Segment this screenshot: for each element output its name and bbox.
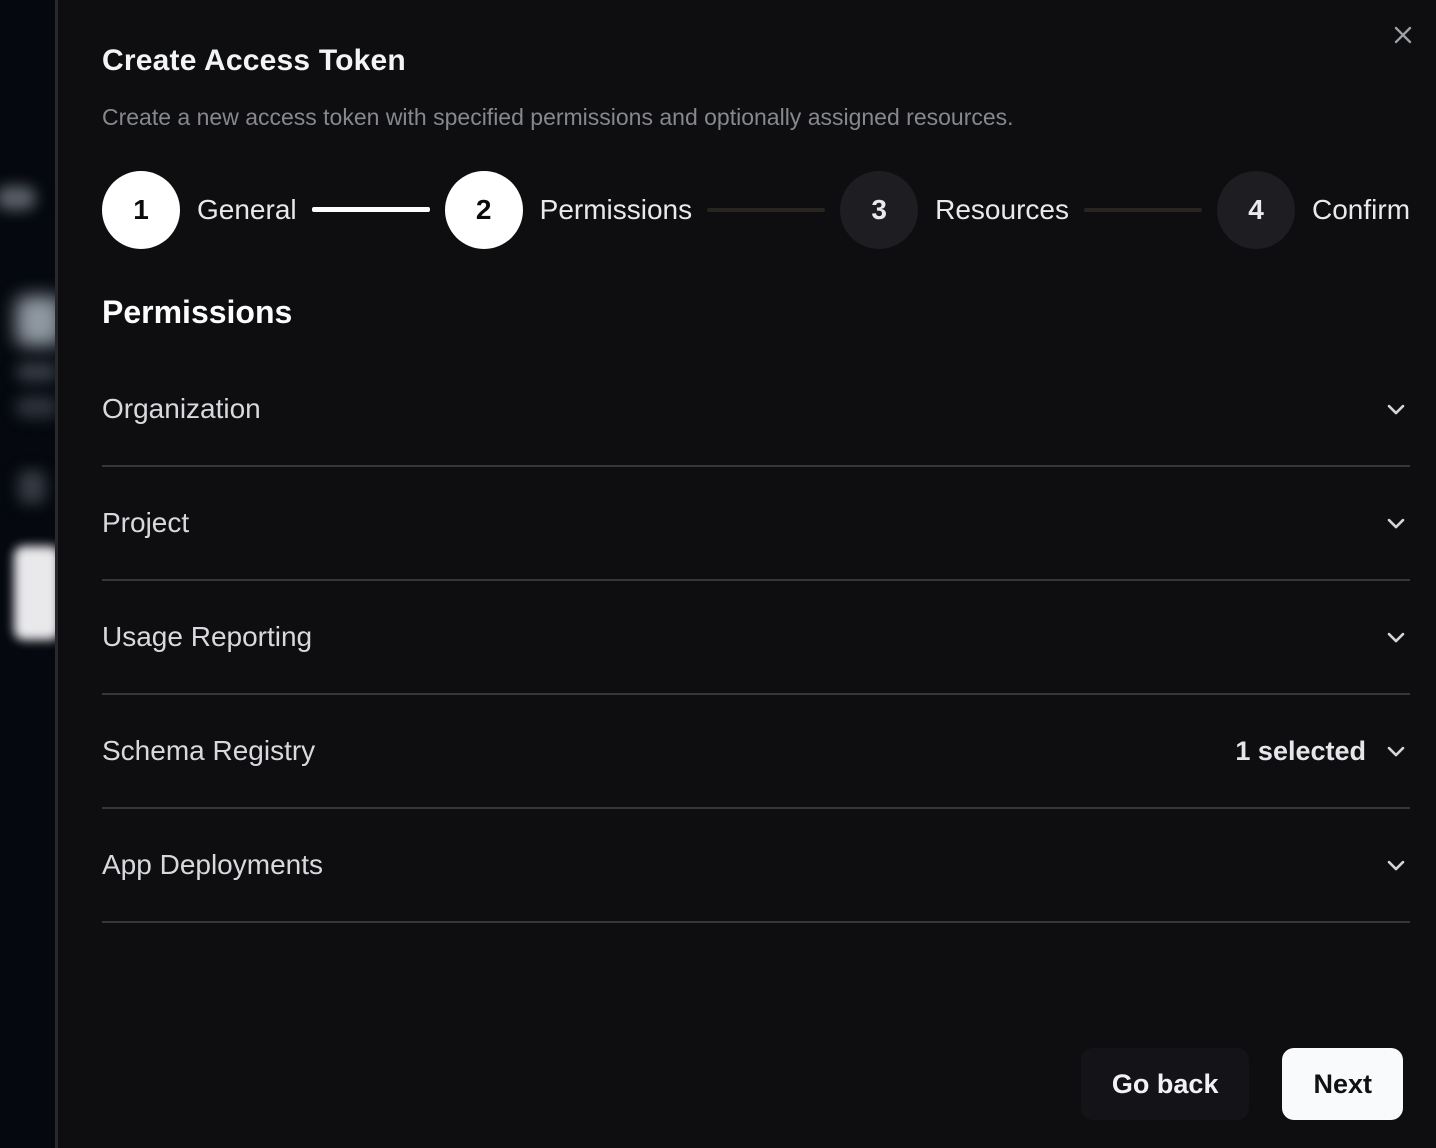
permissions-heading: Permissions [102, 294, 1410, 331]
group-label: Organization [102, 393, 261, 425]
background-page [0, 0, 55, 1148]
step-label: Resources [935, 194, 1069, 226]
chevron-down-icon [1382, 851, 1410, 879]
close-button[interactable] [1386, 18, 1420, 52]
step-general[interactable]: 1 General [102, 171, 297, 249]
accordion-schema-registry[interactable]: Schema Registry 1 selected [102, 695, 1410, 809]
accordion-usage-reporting[interactable]: Usage Reporting [102, 581, 1410, 695]
step-number-badge: 4 [1217, 171, 1295, 249]
create-access-token-modal: Create Access Token Create a new access … [55, 0, 1436, 1148]
modal-footer: Go back Next [102, 1048, 1410, 1120]
blurred-background-element [16, 362, 55, 382]
step-resources[interactable]: 3 Resources [840, 171, 1069, 249]
group-label: App Deployments [102, 849, 323, 881]
step-permissions[interactable]: 2 Permissions [445, 171, 692, 249]
chevron-down-icon [1382, 395, 1410, 423]
step-connector [707, 208, 825, 212]
blurred-background-element [18, 470, 46, 504]
step-label: Confirm [1312, 194, 1410, 226]
step-number-badge: 1 [102, 171, 180, 249]
step-connector [1084, 208, 1202, 212]
step-confirm[interactable]: 4 Confirm [1217, 171, 1410, 249]
chevron-down-icon [1382, 737, 1410, 765]
accordion-app-deployments[interactable]: App Deployments [102, 809, 1410, 923]
accordion-project[interactable]: Project [102, 467, 1410, 581]
step-label: General [197, 194, 297, 226]
group-label: Schema Registry [102, 735, 315, 767]
stepper: 1 General 2 Permissions 3 Resources 4 Co… [102, 171, 1410, 249]
modal-subtitle: Create a new access token with specified… [102, 104, 1410, 132]
blurred-background-element [14, 546, 55, 640]
modal-title: Create Access Token [102, 44, 1410, 77]
group-label: Usage Reporting [102, 621, 312, 653]
accordion-organization[interactable]: Organization [102, 353, 1410, 467]
close-icon [1389, 21, 1417, 49]
selection-count: 1 selected [1235, 736, 1366, 767]
blurred-background-element [16, 396, 55, 418]
group-label: Project [102, 507, 189, 539]
step-number-badge: 2 [445, 171, 523, 249]
step-connector [312, 207, 430, 212]
step-number-badge: 3 [840, 171, 918, 249]
blurred-background-element [16, 296, 55, 346]
permission-groups: Organization Project Usage Reporting [102, 353, 1410, 923]
step-label: Permissions [540, 194, 692, 226]
go-back-button[interactable]: Go back [1081, 1048, 1250, 1120]
chevron-down-icon [1382, 623, 1410, 651]
chevron-down-icon [1382, 509, 1410, 537]
next-button[interactable]: Next [1282, 1048, 1403, 1120]
blurred-background-element [0, 186, 36, 210]
